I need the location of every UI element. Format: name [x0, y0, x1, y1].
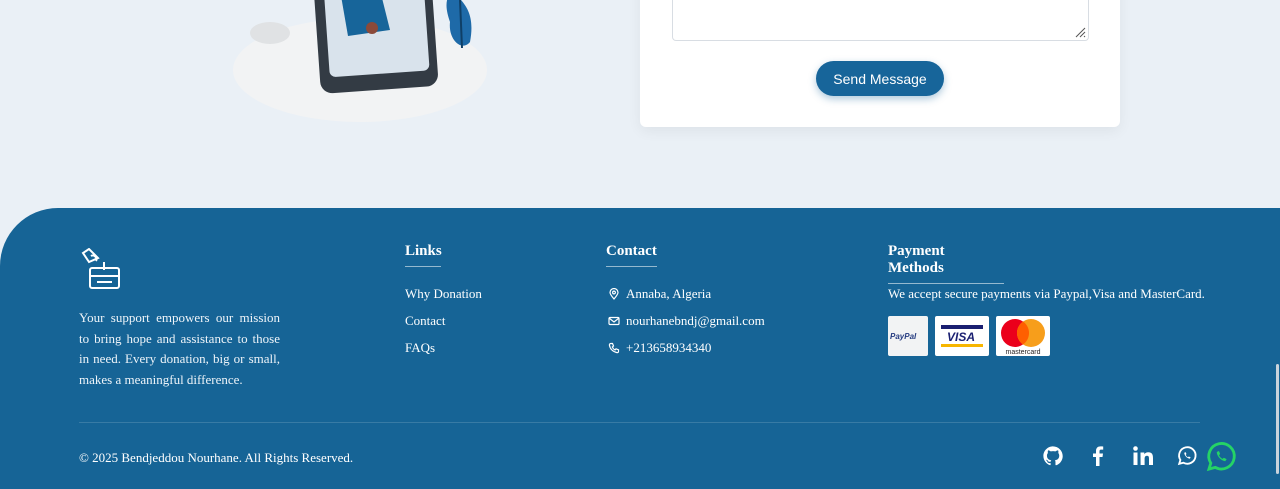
- footer-link-why-donation[interactable]: Why Donation: [405, 286, 482, 302]
- send-message-button[interactable]: Send Message: [816, 61, 944, 96]
- visa-logo: VISA: [935, 316, 989, 356]
- svg-text:VISA: VISA: [947, 330, 975, 344]
- footer-link-contact[interactable]: Contact: [405, 313, 445, 329]
- whatsapp-link[interactable]: [1175, 444, 1199, 468]
- svg-text:mastercard: mastercard: [1005, 349, 1040, 356]
- phone-icon: [608, 342, 620, 354]
- contact-address: Annaba, Algeria: [608, 286, 711, 302]
- whatsapp-chat-button[interactable]: [1204, 440, 1238, 474]
- github-icon: [1043, 446, 1063, 466]
- github-link[interactable]: [1041, 444, 1065, 468]
- footer-about-text: Your support empowers our mission to bri…: [79, 310, 280, 387]
- payment-logos: PayPal VISA mastercard: [888, 316, 1050, 356]
- facebook-link[interactable]: [1086, 444, 1110, 468]
- contact-heading: Contact: [606, 243, 657, 267]
- contact-illustration: [233, 0, 487, 122]
- whatsapp-icon: [1177, 446, 1197, 466]
- copyright-text: © 2025 Bendjeddou Nourhane. All Rights R…: [79, 450, 354, 465]
- contact-address-text: Annaba, Algeria: [626, 286, 712, 301]
- site-footer: Your support empowers our mission to bri…: [0, 208, 1280, 489]
- links-heading: Links: [405, 243, 442, 267]
- resize-handle-icon[interactable]: [1074, 26, 1086, 38]
- whatsapp-floating-icon: [1206, 442, 1236, 472]
- mastercard-logo: mastercard: [996, 316, 1050, 356]
- contact-phone-text: +213658934340: [626, 340, 712, 355]
- payment-methods-text: We accept secure payments via Paypal,Vis…: [888, 286, 1205, 301]
- contact-phone[interactable]: +213658934340: [608, 340, 711, 356]
- linkedin-icon: [1133, 446, 1153, 465]
- payment-methods-heading: Payment Methods: [888, 243, 1004, 284]
- location-pin-icon: [609, 288, 619, 300]
- paypal-logo: PayPal: [888, 316, 928, 356]
- page-scrollbar[interactable]: [1276, 364, 1279, 474]
- contact-email[interactable]: nourhanebndj@gmail.com: [608, 313, 765, 329]
- footer-link-faqs[interactable]: FAQs: [405, 340, 435, 356]
- footer-divider: [79, 422, 1200, 423]
- contact-form-card: Send Message: [640, 0, 1120, 127]
- facebook-icon: [1093, 446, 1104, 466]
- contact-email-text: nourhanebndj@gmail.com: [626, 313, 765, 328]
- message-textarea[interactable]: [672, 0, 1089, 41]
- linkedin-link[interactable]: [1131, 444, 1155, 468]
- svg-text:PayPal: PayPal: [890, 332, 917, 341]
- donation-box-icon: [81, 248, 120, 289]
- envelope-icon: [608, 316, 620, 326]
